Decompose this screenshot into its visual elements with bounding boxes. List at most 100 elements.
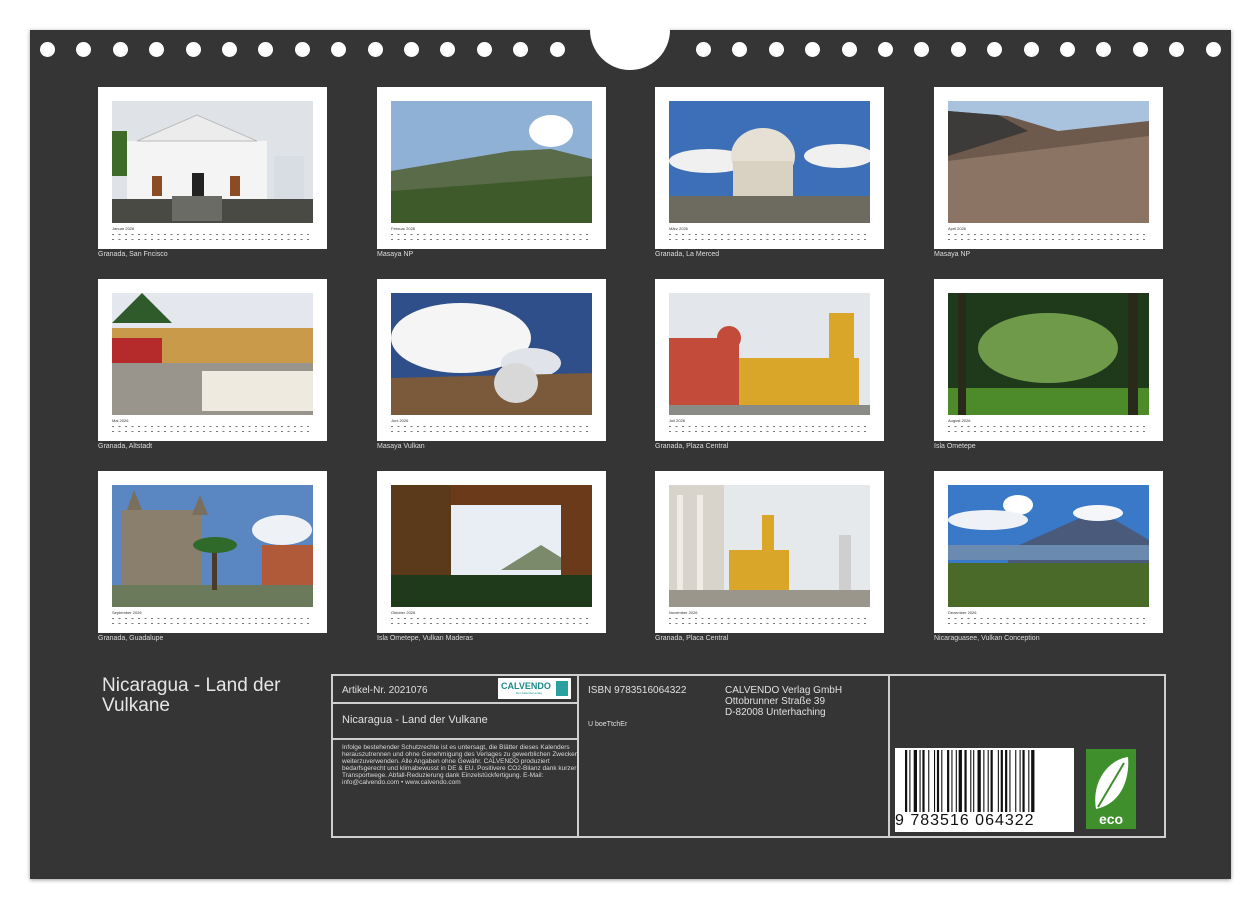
binding-hole <box>476 42 492 57</box>
month-label: Februar 2026 <box>391 226 416 231</box>
photo-caption: Isla Ometepe, Vulkan Maderas <box>377 635 473 642</box>
binding-hole <box>549 42 565 57</box>
binding-hole <box>222 42 237 57</box>
legal-notice: Infolge bestehender Schutzrechte ist es … <box>342 744 579 786</box>
month-thumbnail-4: April 2026 <box>934 87 1163 249</box>
calendar-title: Nicaragua - Land der Vulkane <box>102 675 281 716</box>
binding-hole <box>440 42 456 57</box>
book-title: Nicaragua - Land der Vulkane <box>342 714 488 726</box>
old-town-icon <box>112 293 313 415</box>
month-thumbnail-1: Januar 2026 <box>98 87 327 249</box>
month-label: Oktober 2026 <box>391 610 416 615</box>
day-grid <box>112 425 313 435</box>
month-thumbnail-11: November 2026 <box>655 471 884 633</box>
jungle-icon <box>948 293 1149 415</box>
binding-hole <box>331 42 347 57</box>
binding-hole <box>112 42 128 57</box>
binding-hole <box>76 42 92 57</box>
month-label: August 2026 <box>948 418 971 423</box>
day-grid <box>391 425 592 435</box>
binding-hole <box>258 42 274 57</box>
binding-hole <box>768 42 784 57</box>
binding-hole <box>367 42 383 57</box>
month-label: November 2026 <box>669 610 698 615</box>
church-palm-icon <box>112 485 313 607</box>
binding-hole <box>294 42 310 57</box>
binding-hole <box>404 42 419 57</box>
volcano-landscape-icon <box>391 101 592 223</box>
day-grid <box>112 233 313 243</box>
author: U boeTtchEr <box>588 721 628 728</box>
isbn-barcode: 9 783516 064322 <box>895 748 1074 832</box>
day-grid <box>948 617 1149 627</box>
photo-caption: Granada, Guadalupe <box>98 635 164 642</box>
binding-hole <box>513 42 529 57</box>
article-number: Artikel-Nr. 2021076 <box>342 685 428 696</box>
month-thumbnail-8: August 2026 <box>934 279 1163 441</box>
photo-caption: Granada, La Merced <box>655 251 720 258</box>
binding-hole <box>1023 42 1039 57</box>
photo-caption: Granada, Placa Central <box>655 635 729 642</box>
barcode-bars <box>905 750 1035 812</box>
binding-hole <box>1169 42 1185 57</box>
month-label: Juli 2026 <box>669 418 686 423</box>
photo-caption: Granada, San Fncisco <box>98 251 168 258</box>
publisher-street: Ottobrunner Straße 39 <box>725 696 826 707</box>
month-label: März 2026 <box>669 226 688 231</box>
photo-caption: Granada, Plaza Central <box>655 443 729 450</box>
trees-volcano-icon <box>391 485 592 607</box>
divider <box>333 738 577 740</box>
month-thumbnail-10: Oktober 2026 <box>377 471 606 633</box>
month-thumbnail-5: Mai 2026 <box>98 279 327 441</box>
day-grid <box>391 233 592 243</box>
month-label: April 2026 <box>948 226 967 231</box>
binding-hole <box>805 42 821 57</box>
divider <box>333 702 577 704</box>
publisher-name: CALVENDO Verlag GmbH <box>725 685 843 696</box>
plaza-colonnade-icon <box>669 485 870 607</box>
photo-caption: Masaya NP <box>377 251 414 258</box>
binding-hole <box>1096 42 1112 57</box>
binding-hole <box>841 42 857 57</box>
photo-caption: Isla Ometepe <box>934 443 976 450</box>
day-grid <box>669 233 870 243</box>
month-thumbnail-2: Februar 2026 <box>377 87 606 249</box>
publisher-city: D-82008 Unterhaching <box>725 707 826 718</box>
day-grid <box>669 617 870 627</box>
month-label: Dezember 2026 <box>948 610 977 615</box>
photo-caption: Masaya NP <box>934 251 971 258</box>
eco-badge: eco <box>1086 749 1136 829</box>
month-label: Mai 2026 <box>112 418 129 423</box>
binding-hole <box>914 42 930 57</box>
cathedral-dome-icon <box>669 101 870 223</box>
volcano-lake-icon <box>948 485 1149 607</box>
binding-hole <box>987 42 1003 57</box>
binding-hole <box>878 42 893 57</box>
barcode-digits: 9 783516 064322 <box>895 812 1035 829</box>
binding-hole <box>1205 42 1221 57</box>
binding-hole <box>1060 42 1075 57</box>
photo-caption: Granada, Altstadt <box>98 443 153 450</box>
binding-hole <box>185 42 201 57</box>
photo-caption: Masaya Vulkan <box>377 443 425 450</box>
month-thumbnail-12: Dezember 2026 <box>934 471 1163 633</box>
month-thumbnail-3: März 2026 <box>655 87 884 249</box>
month-thumbnail-7: Juli 2026 <box>655 279 884 441</box>
day-grid <box>948 233 1149 243</box>
binding-hole <box>950 42 966 57</box>
day-grid <box>391 617 592 627</box>
calvendo-logo: CALVENDO Der Kalenderverlag <box>498 678 571 699</box>
photo-caption: Nicaraguasee, Vulkan Conception <box>934 635 1040 642</box>
month-thumbnail-6: Juni 2026 <box>377 279 606 441</box>
isbn: ISBN 9783516064322 <box>588 685 687 696</box>
calendar-back-cover: Januar 2026 Granada, San Fncisco Februar… <box>30 0 1231 879</box>
month-thumbnail-9: September 2026 <box>98 471 327 633</box>
church-facade-icon <box>112 101 313 223</box>
divider <box>888 676 890 836</box>
month-label: September 2026 <box>112 610 142 615</box>
publisher-info-box: Artikel-Nr. 2021076 CALVENDO Der Kalende… <box>331 674 1166 838</box>
cathedral-icon <box>669 293 870 415</box>
volcano-smoke-icon <box>391 293 592 415</box>
binding-hole <box>149 42 165 57</box>
crater-landscape-icon <box>948 101 1149 223</box>
